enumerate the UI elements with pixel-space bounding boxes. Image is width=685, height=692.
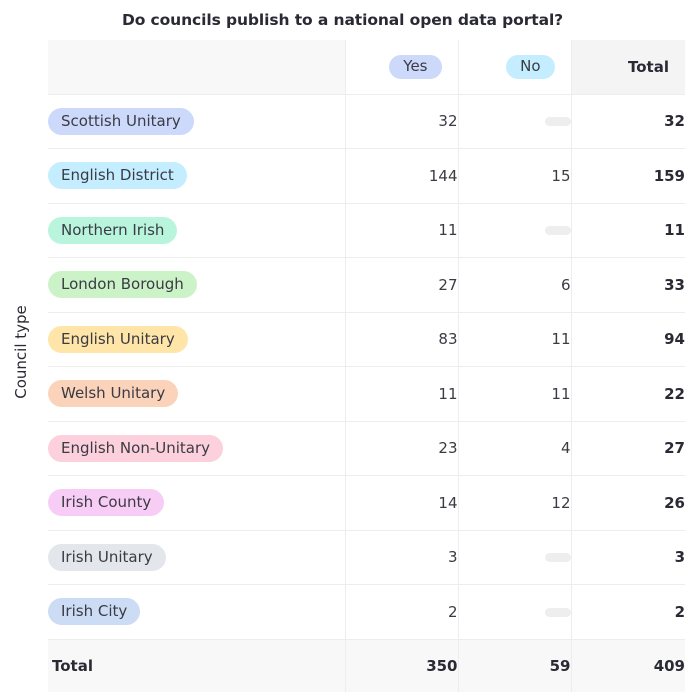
cell-yes: 144 (345, 148, 459, 204)
header-cell-yes[interactable]: Yes (345, 40, 459, 95)
table-row: Irish City 2 2 (48, 584, 685, 640)
row-label-cell: Northern Irish (48, 203, 346, 258)
cell-total: 32 (571, 94, 685, 149)
empty-value-placeholder (544, 607, 571, 617)
total-no: 59 (458, 639, 572, 692)
empty-value-placeholder (544, 553, 571, 563)
row-label-pill[interactable]: Irish Unitary (48, 543, 166, 571)
row-label-cell: Irish City (48, 584, 346, 640)
cell-total: 22 (571, 366, 685, 422)
cell-yes: 11 (345, 366, 459, 422)
empty-value-placeholder (544, 226, 571, 236)
cell-no (458, 94, 572, 149)
header-row: Yes No Total (48, 40, 685, 95)
total-yes: 350 (345, 639, 459, 692)
row-label-cell: Scottish Unitary (48, 94, 346, 149)
table-row: London Borough 27 6 33 (48, 257, 685, 313)
table-row: Irish Unitary 3 3 (48, 530, 685, 585)
cell-yes: 14 (345, 475, 459, 531)
cell-yes: 32 (345, 94, 459, 149)
cell-total: 94 (571, 312, 685, 367)
row-label-pill[interactable]: Scottish Unitary (48, 107, 194, 135)
table-row: English District 144 15 159 (48, 148, 685, 204)
cell-no: 15 (458, 148, 572, 204)
row-label-pill[interactable]: Welsh Unitary (48, 380, 179, 408)
cell-no (458, 203, 572, 258)
row-label-pill[interactable]: Northern Irish (48, 216, 178, 244)
row-label-cell: English District (48, 148, 346, 204)
table-row: Irish County 14 12 26 (48, 475, 685, 531)
crosstab-figure: Do councils publish to a national open d… (0, 0, 685, 692)
table-row: Northern Irish 11 11 (48, 203, 685, 258)
crosstab-table: Yes No Total Scottish Unitary 32 32 English… (48, 40, 685, 692)
cell-no: 11 (458, 312, 572, 367)
row-label-pill[interactable]: London Borough (48, 271, 197, 299)
cell-no: 6 (458, 257, 572, 313)
row-label-pill[interactable]: English Unitary (48, 325, 188, 353)
row-label-cell: Irish Unitary (48, 530, 346, 585)
cell-total: 159 (571, 148, 685, 204)
page-title: Do councils publish to a national open d… (121, 11, 564, 29)
cell-total: 2 (571, 584, 685, 640)
header-cell-label (48, 40, 346, 95)
cell-total: 11 (571, 203, 685, 258)
row-label-cell: Irish County (48, 475, 346, 531)
pill-no: No (506, 54, 555, 79)
total-row-label: Total (48, 639, 346, 692)
row-label-pill[interactable]: Irish County (48, 489, 165, 517)
y-axis-label-text: Council type (12, 304, 30, 399)
cell-yes: 23 (345, 421, 459, 476)
empty-value-placeholder (544, 117, 571, 127)
row-label-cell: English Unitary (48, 312, 346, 367)
header-cell-total[interactable]: Total (571, 40, 685, 95)
cell-total: 27 (571, 421, 685, 476)
table-row: English Non-Unitary 23 4 27 (48, 421, 685, 476)
crosstab-table-wrapper: Yes No Total Scottish Unitary 32 32 English… (48, 40, 685, 692)
header-cell-no[interactable]: No (458, 40, 572, 95)
cell-no: 4 (458, 421, 572, 476)
total-grand: 409 (571, 639, 685, 692)
table-body: Scottish Unitary 32 32 English District 144 1… (48, 94, 685, 692)
cell-no (458, 584, 572, 640)
cell-yes: 11 (345, 203, 459, 258)
cell-yes: 27 (345, 257, 459, 313)
row-label-pill[interactable]: English District (48, 162, 187, 190)
cell-yes: 3 (345, 530, 459, 585)
table-header: Yes No Total (48, 40, 685, 95)
cell-total: 26 (571, 475, 685, 531)
cell-yes: 2 (345, 584, 459, 640)
table-row: Welsh Unitary 11 11 22 (48, 366, 685, 422)
table-row: English Unitary 83 11 94 (48, 312, 685, 367)
row-label-cell: English Non-Unitary (48, 421, 346, 476)
cell-yes: 83 (345, 312, 459, 367)
y-axis-label: Council type (0, 0, 42, 681)
cell-no (458, 530, 572, 585)
row-label-cell: London Borough (48, 257, 346, 313)
row-label-pill[interactable]: Irish City (48, 598, 141, 626)
row-label-pill[interactable]: English Non-Unitary (48, 434, 224, 462)
cell-total: 3 (571, 530, 685, 585)
table-total-row: Total 350 59 409 (48, 639, 685, 692)
cell-no: 12 (458, 475, 572, 531)
cell-no: 11 (458, 366, 572, 422)
row-label-cell: Welsh Unitary (48, 366, 346, 422)
cell-total: 33 (571, 257, 685, 313)
pill-yes: Yes (389, 54, 442, 79)
table-row: Scottish Unitary 32 32 (48, 94, 685, 149)
